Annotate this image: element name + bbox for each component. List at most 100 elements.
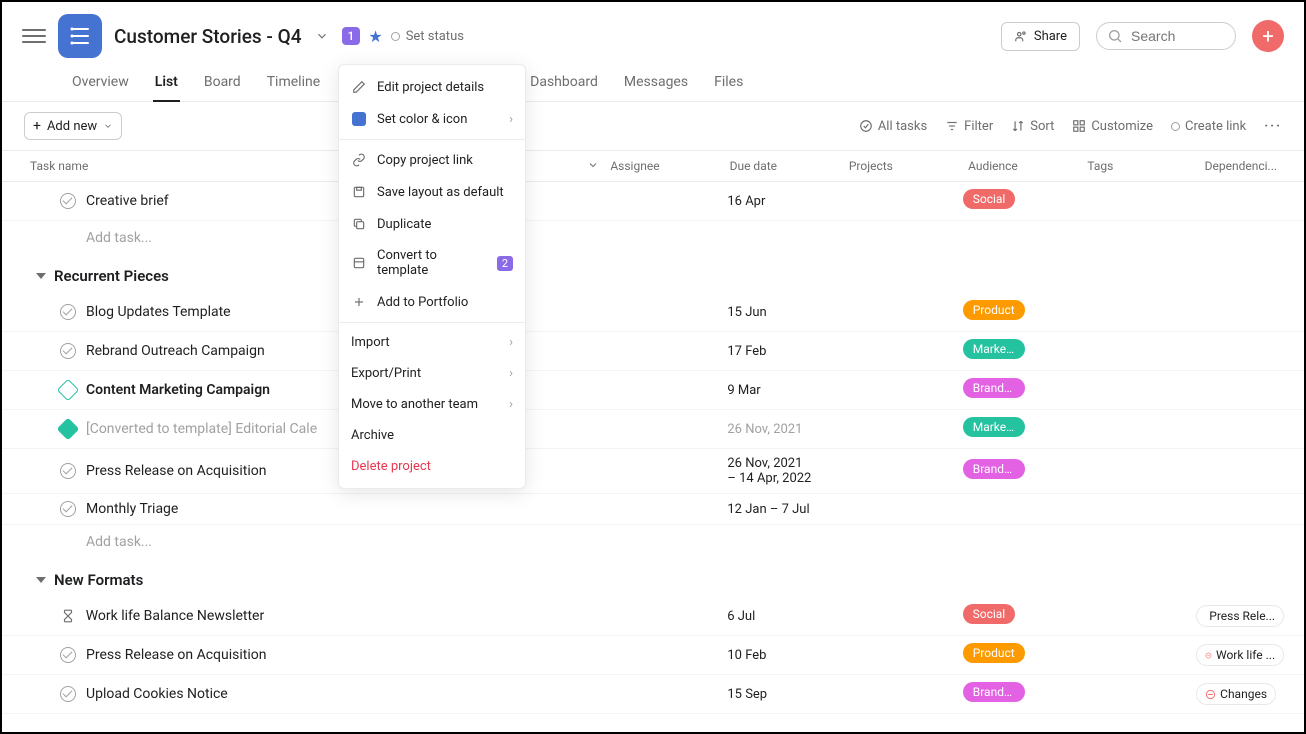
save-icon — [351, 184, 367, 200]
tab-dashboard[interactable]: Dashboard — [528, 66, 600, 101]
col-header-due[interactable]: Due date — [730, 159, 849, 173]
dependency-pill[interactable]: Changes — [1196, 683, 1276, 705]
section-header[interactable]: New Formats — [2, 559, 1304, 597]
task-due-date: 17 Feb — [727, 344, 845, 359]
complete-checkbox[interactable] — [60, 463, 76, 479]
menu-edit-details[interactable]: Edit project details — [339, 71, 525, 103]
add-task-button[interactable]: Add task... — [2, 221, 1304, 255]
add-task-button[interactable]: Add task... — [2, 525, 1304, 559]
audience-tag[interactable]: Product — [963, 300, 1025, 320]
task-due-date: 12 Jan – 7 Jul — [727, 502, 845, 517]
audience-tag[interactable]: Branding — [963, 378, 1025, 398]
task-row[interactable]: Content Marketing Campaign9 MarBranding — [2, 371, 1304, 410]
audience-tag[interactable]: Social — [963, 189, 1016, 209]
menu-export[interactable]: Export/Print› — [339, 358, 525, 389]
col-header-assignee[interactable]: Assignee — [610, 159, 729, 173]
color-square-icon — [352, 112, 366, 126]
all-tasks-button[interactable]: All tasks — [859, 119, 927, 134]
more-actions-button[interactable]: ··· — [1264, 119, 1282, 134]
col-header-chevron-icon[interactable] — [587, 159, 611, 173]
share-button[interactable]: Share — [1001, 22, 1080, 51]
audience-tag[interactable]: Marketi... — [963, 339, 1025, 359]
menu-convert-template[interactable]: Convert to template2 — [339, 240, 525, 286]
dependency-pill[interactable]: Work life ... — [1196, 644, 1284, 666]
task-due-date: 9 Mar — [727, 383, 845, 398]
task-due-date: 16 Apr — [727, 194, 845, 209]
task-row[interactable]: Work life Balance Newsletter6 JulSocialP… — [2, 597, 1304, 636]
create-button[interactable]: + — [1252, 20, 1284, 52]
chevron-right-icon: › — [509, 112, 513, 127]
menu-copy-link[interactable]: Copy project link — [339, 144, 525, 176]
duplicate-icon — [351, 216, 367, 232]
add-new-button[interactable]: +Add new — [24, 112, 122, 140]
search-icon — [1107, 28, 1123, 44]
star-icon[interactable]: ★ — [368, 27, 382, 46]
set-status-button[interactable]: Set status — [391, 29, 464, 44]
menu-import[interactable]: Import› — [339, 327, 525, 358]
pencil-icon — [351, 79, 367, 95]
filter-button[interactable]: Filter — [945, 119, 993, 134]
task-name: Work life Balance Newsletter — [86, 608, 586, 624]
menu-duplicate[interactable]: Duplicate — [339, 208, 525, 240]
search-input[interactable] — [1096, 22, 1236, 50]
task-row[interactable]: Press Release on Acquisition26 Nov, 2021… — [2, 449, 1304, 494]
tab-list[interactable]: List — [153, 66, 180, 102]
col-header-tags[interactable]: Tags — [1087, 159, 1204, 173]
tab-files[interactable]: Files — [712, 66, 745, 101]
audience-tag[interactable]: Social — [963, 604, 1016, 624]
task-row[interactable]: Creative brief16 AprSocial — [2, 182, 1304, 221]
dependency-pill[interactable]: Press Rele... — [1196, 605, 1284, 627]
task-row[interactable]: Press Release on Acquisition 10 Feb Produc… — [2, 636, 1304, 675]
chevron-down-icon — [103, 121, 113, 131]
sort-button[interactable]: Sort — [1011, 119, 1054, 134]
menu-archive[interactable]: Archive — [339, 420, 525, 451]
menu-toggle-icon[interactable] — [22, 24, 46, 48]
hourglass-icon — [60, 608, 76, 624]
menu-add-portfolio[interactable]: Add to Portfolio — [339, 286, 525, 318]
project-menu-chevron-icon[interactable] — [310, 24, 334, 48]
task-due-date: 15 Jun — [727, 305, 845, 320]
complete-checkbox[interactable] — [60, 343, 76, 359]
task-row[interactable]: Blog Updates Template15 JunProduct — [2, 293, 1304, 332]
chevron-right-icon: › — [509, 397, 513, 412]
project-badge: 1 — [342, 27, 361, 45]
task-row[interactable]: [Converted to template] Editorial Cale26… — [2, 410, 1304, 449]
task-row[interactable]: Rebrand Outreach Campaign17 FebMarketi..… — [2, 332, 1304, 371]
complete-checkbox[interactable] — [60, 193, 76, 209]
col-header-projects[interactable]: Projects — [849, 159, 968, 173]
menu-set-color[interactable]: Set color & icon› — [339, 103, 525, 135]
tab-messages[interactable]: Messages — [622, 66, 690, 101]
task-name: Monthly Triage — [86, 501, 586, 517]
menu-move-team[interactable]: Move to another team› — [339, 389, 525, 420]
chevron-right-icon: › — [509, 366, 513, 381]
template-icon — [351, 255, 367, 271]
plus-icon — [351, 294, 367, 310]
complete-checkbox[interactable] — [60, 647, 76, 663]
col-header-audience[interactable]: Audience — [968, 159, 1087, 173]
complete-checkbox[interactable] — [60, 501, 76, 517]
audience-tag[interactable]: Marketi... — [963, 417, 1025, 437]
tab-board[interactable]: Board — [202, 66, 243, 101]
task-due-date: 10 Feb — [727, 648, 845, 663]
milestone-complete-icon[interactable] — [57, 418, 80, 441]
tab-overview[interactable]: Overview — [70, 66, 131, 101]
task-row[interactable]: Monthly Triage 12 Jan – 7 Jul — [2, 494, 1304, 525]
audience-tag[interactable]: Branding — [963, 459, 1025, 479]
chevron-right-icon: › — [509, 335, 513, 350]
milestone-icon[interactable] — [57, 379, 80, 402]
task-name: Press Release on Acquisition — [86, 647, 586, 663]
tab-timeline[interactable]: Timeline — [265, 66, 322, 101]
task-due-date: 15 Sep — [727, 687, 845, 702]
complete-checkbox[interactable] — [60, 304, 76, 320]
audience-tag[interactable]: Branding — [963, 682, 1025, 702]
create-link-button[interactable]: Create link — [1171, 119, 1246, 134]
audience-tag[interactable]: Product — [963, 643, 1025, 663]
section-header[interactable]: Recurrent Pieces — [2, 255, 1304, 293]
menu-save-layout[interactable]: Save layout as default — [339, 176, 525, 208]
customize-button[interactable]: Customize — [1072, 119, 1153, 134]
menu-delete-project[interactable]: Delete project — [339, 451, 525, 482]
project-title[interactable]: Customer Stories - Q4 — [114, 25, 302, 48]
task-row[interactable]: Upload Cookies Notice15 SepBrandingChang… — [2, 675, 1304, 714]
complete-checkbox[interactable] — [60, 686, 76, 702]
col-header-dependencies[interactable]: Dependenci... — [1205, 159, 1304, 173]
